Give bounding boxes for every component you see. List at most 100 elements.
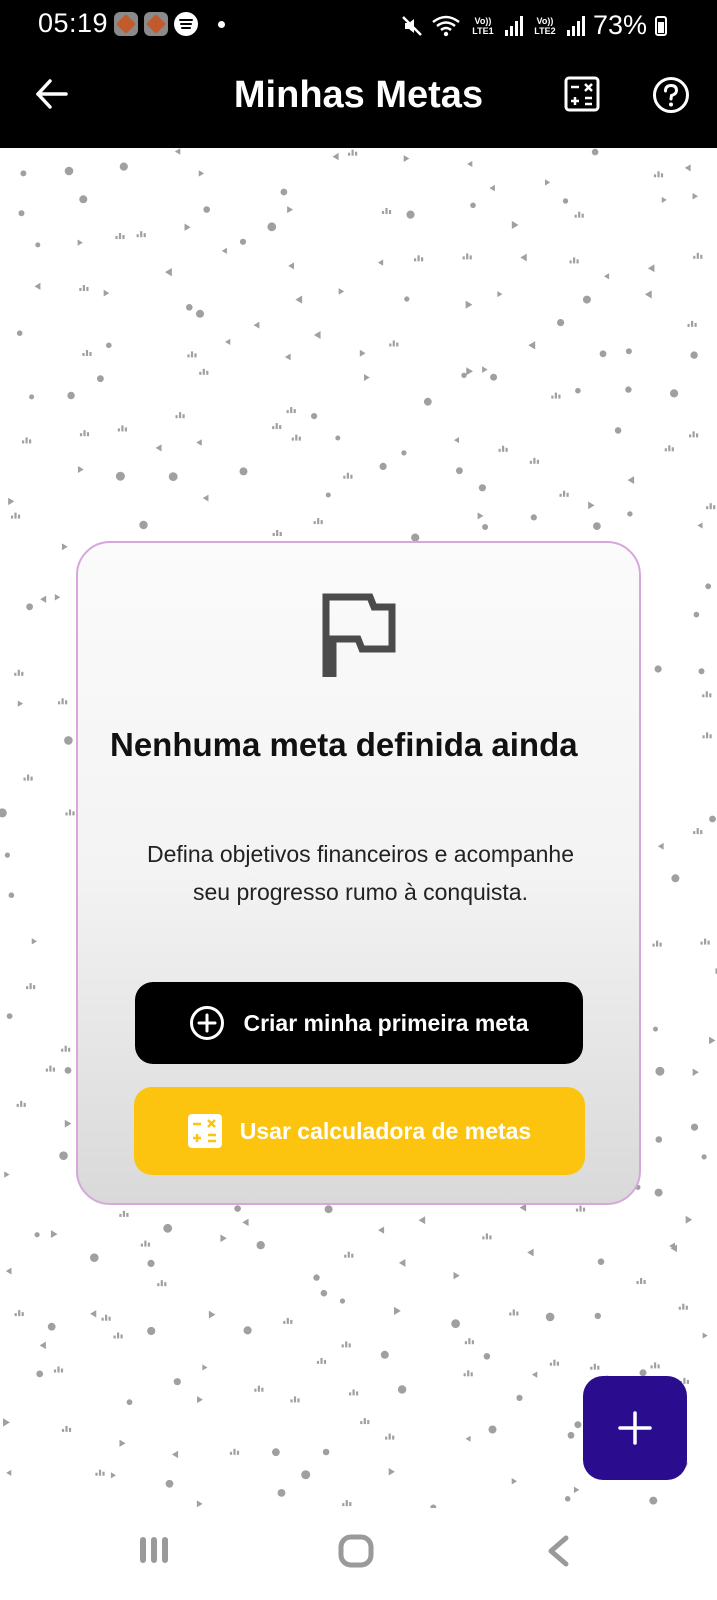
wifi-icon xyxy=(431,14,461,38)
pattern-triangle xyxy=(702,1332,708,1339)
pattern-dot xyxy=(562,198,569,204)
pattern-bars xyxy=(313,518,323,525)
pattern-dot xyxy=(461,372,467,378)
pattern-bars xyxy=(45,1065,55,1072)
pattern-dot xyxy=(406,210,415,219)
pattern-bars xyxy=(290,1396,300,1403)
pattern-dot xyxy=(380,1350,389,1359)
pattern-dot xyxy=(115,471,125,481)
pattern-dot xyxy=(168,472,178,481)
pattern-triangle xyxy=(393,1306,401,1315)
pattern-triangle xyxy=(196,1500,203,1508)
pattern-triangle xyxy=(284,353,291,361)
pattern-dot xyxy=(34,1232,40,1238)
app-notification-icon xyxy=(144,12,168,36)
pattern-bars xyxy=(187,351,197,358)
pattern-triangle xyxy=(466,367,473,376)
calculator-button[interactable] xyxy=(564,76,600,112)
pattern-bars xyxy=(229,1448,240,1455)
pattern-dot xyxy=(26,603,33,611)
pattern-dot xyxy=(173,1378,181,1386)
status-bar: 05:19 Vo)) LTE1 Vo)) LTE2 73% xyxy=(0,0,717,52)
pattern-triangle xyxy=(489,184,495,192)
pattern-dot xyxy=(196,309,204,318)
pattern-dot xyxy=(313,1274,320,1281)
pattern-triangle xyxy=(378,1226,385,1234)
pattern-triangle xyxy=(338,288,345,295)
pattern-bars xyxy=(10,512,21,519)
pattern-bars xyxy=(157,1280,167,1287)
pattern-dot xyxy=(545,1312,555,1322)
help-button[interactable] xyxy=(652,76,690,114)
pattern-bars xyxy=(636,1278,646,1284)
pattern-triangle xyxy=(511,220,519,230)
pattern-dot xyxy=(627,511,633,517)
pattern-dot xyxy=(163,1223,173,1233)
pattern-triangle xyxy=(221,247,227,254)
pattern-dot xyxy=(325,492,331,498)
pattern-bars xyxy=(650,1362,660,1369)
pattern-triangle xyxy=(103,289,110,297)
create-first-goal-label: Criar minha primeira meta xyxy=(243,1009,529,1036)
pattern-bars xyxy=(509,1309,519,1316)
pattern-triangle xyxy=(17,700,24,707)
pattern-triangle xyxy=(197,1396,203,1404)
pattern-dot xyxy=(705,583,712,590)
pattern-triangle xyxy=(477,512,484,520)
home-button[interactable] xyxy=(338,1534,374,1573)
recents-button[interactable] xyxy=(138,1534,170,1571)
pattern-triangle xyxy=(3,1418,10,1427)
pattern-dot xyxy=(597,1258,605,1265)
mute-icon xyxy=(401,15,423,37)
add-goal-fab[interactable] xyxy=(583,1376,687,1480)
pattern-triangle xyxy=(332,152,339,161)
pattern-dot xyxy=(18,210,25,217)
pattern-triangle xyxy=(603,273,610,280)
pattern-bars xyxy=(702,691,712,698)
pattern-dot xyxy=(29,394,35,400)
pattern-triangle xyxy=(482,366,488,373)
pattern-dot xyxy=(654,1188,663,1197)
pattern-triangle xyxy=(196,439,202,446)
pattern-triangle xyxy=(453,437,459,444)
create-first-goal-button[interactable]: Criar minha primeira meta xyxy=(135,982,583,1064)
pattern-bars xyxy=(61,1425,72,1432)
pattern-dot xyxy=(530,514,537,521)
pattern-dot xyxy=(126,1399,133,1406)
pattern-dot xyxy=(557,319,565,327)
pattern-triangle xyxy=(388,1468,395,1476)
pattern-bars xyxy=(119,1210,129,1217)
calculator-icon xyxy=(187,1114,222,1148)
pattern-bars xyxy=(53,1366,64,1373)
pattern-dot xyxy=(147,1326,156,1336)
pattern-dot xyxy=(64,736,73,745)
pattern-triangle xyxy=(50,1230,58,1239)
pattern-dot xyxy=(625,348,632,355)
pattern-bars xyxy=(349,1389,359,1396)
pattern-bars xyxy=(344,1251,354,1258)
system-back-button[interactable] xyxy=(546,1534,570,1573)
pattern-bars xyxy=(498,445,508,452)
pattern-triangle xyxy=(5,1267,12,1275)
signal-icon xyxy=(504,15,523,36)
pattern-triangle xyxy=(77,466,84,473)
pattern-bars xyxy=(341,1341,351,1348)
pattern-dot xyxy=(139,520,148,530)
pattern-dot xyxy=(488,1425,497,1434)
pattern-bars xyxy=(664,445,674,452)
goal-calculator-button[interactable]: Usar calculadora de metas xyxy=(134,1087,585,1175)
pattern-triangle xyxy=(644,290,652,299)
calculator-icon xyxy=(564,76,600,112)
pattern-triangle xyxy=(253,321,260,329)
pattern-bars xyxy=(529,457,539,464)
pattern-bars xyxy=(464,1338,474,1345)
pattern-dot xyxy=(165,1479,174,1488)
pattern-bars xyxy=(22,437,32,444)
pattern-dot xyxy=(90,1253,99,1262)
pattern-triangle xyxy=(171,1450,179,1459)
pattern-triangle xyxy=(467,160,473,168)
sim1-lte-label: Vo)) LTE1 xyxy=(472,15,494,36)
pattern-bars xyxy=(199,368,209,375)
pattern-triangle xyxy=(155,444,162,452)
pattern-dot xyxy=(649,1496,658,1505)
